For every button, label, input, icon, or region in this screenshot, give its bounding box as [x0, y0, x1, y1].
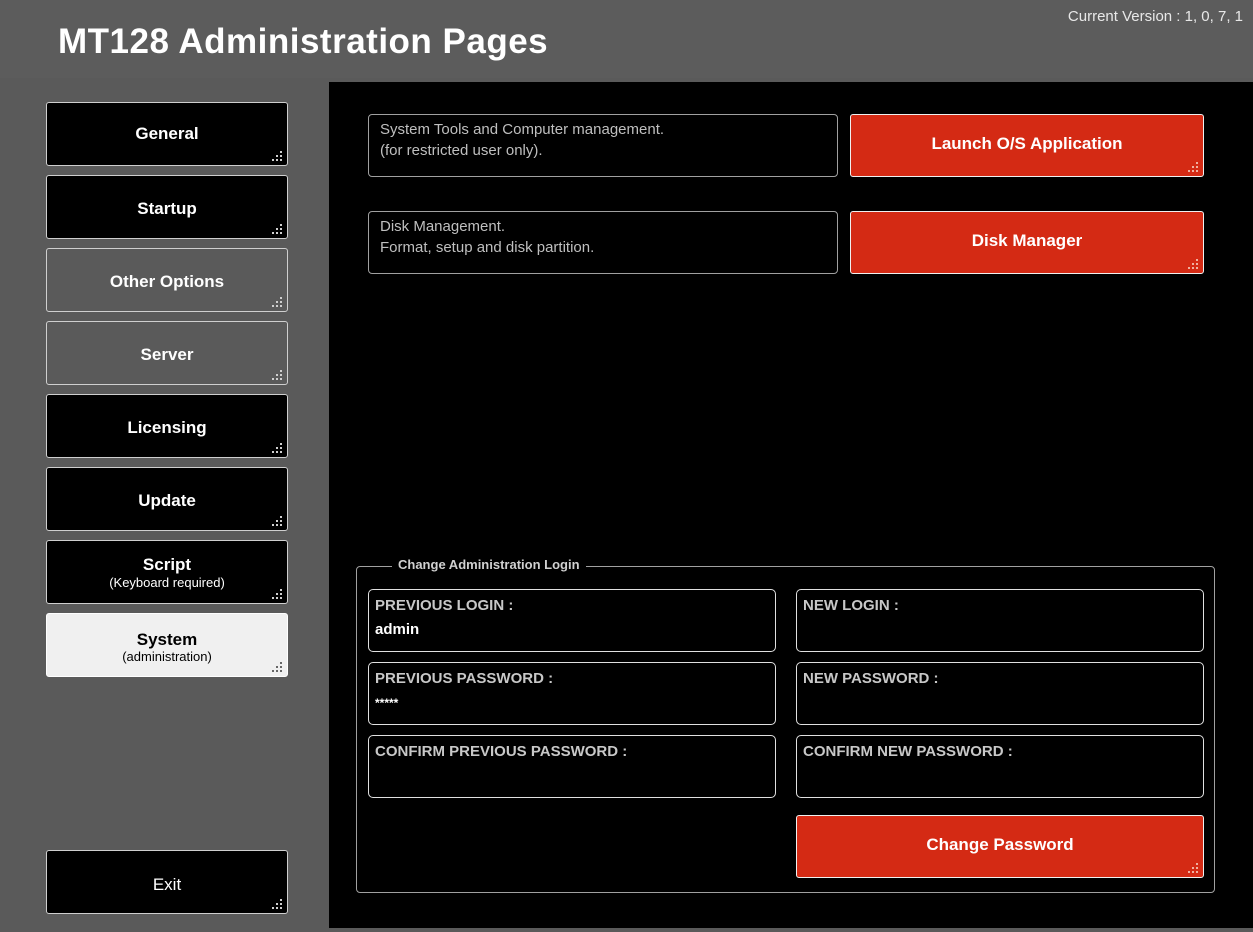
- sidebar-item-label: Server: [140, 345, 194, 364]
- app-title: MT128 Administration Pages: [58, 22, 549, 61]
- previous-login-field[interactable]: PREVIOUS LOGIN :: [368, 589, 776, 652]
- sidebar-item-label: Script: [142, 555, 192, 574]
- sidebar-item-label: General: [135, 124, 199, 143]
- sidebar-item-label: Update: [138, 491, 196, 510]
- new-password-field[interactable]: NEW PASSWORD :: [796, 662, 1204, 725]
- previous-login-label: PREVIOUS LOGIN :: [375, 597, 514, 614]
- previous-password-label: PREVIOUS PASSWORD :: [375, 670, 554, 687]
- sidebar-item-licensing[interactable]: Licensing: [46, 394, 288, 458]
- disk-management-description: Disk Management. Format, setup and disk …: [368, 211, 838, 274]
- disk-description-line1: Disk Management.: [380, 218, 506, 235]
- confirm-new-password-input[interactable]: [803, 767, 1183, 784]
- sidebar-item-sublabel: (administration): [122, 649, 212, 664]
- grip-icon: [272, 151, 282, 161]
- sidebar-item-server[interactable]: Server: [46, 321, 288, 385]
- grip-icon: [1188, 863, 1198, 873]
- grip-icon: [272, 516, 282, 526]
- disk-manager-label: Disk Manager: [971, 231, 1083, 250]
- grip-icon: [272, 589, 282, 599]
- sidebar-item-label: Other Options: [109, 272, 225, 291]
- sidebar-item-update[interactable]: Update: [46, 467, 288, 531]
- grip-icon: [272, 443, 282, 453]
- confirm-previous-password-label: CONFIRM PREVIOUS PASSWORD :: [375, 743, 628, 760]
- version-label: Current Version : 1, 0, 7, 1: [1067, 8, 1243, 25]
- grip-icon: [272, 899, 282, 909]
- sidebar-item-script[interactable]: Script (Keyboard required): [46, 540, 288, 604]
- change-password-button[interactable]: Change Password: [796, 815, 1204, 878]
- exit-button[interactable]: Exit: [46, 850, 288, 914]
- grip-icon: [272, 297, 282, 307]
- change-login-legend: Change Administration Login: [392, 557, 586, 572]
- os-description-line2: (for restricted user only).: [380, 142, 543, 159]
- sidebar-item-other-options[interactable]: Other Options: [46, 248, 288, 312]
- confirm-previous-password-field[interactable]: CONFIRM PREVIOUS PASSWORD :: [368, 735, 776, 798]
- sidebar-item-system[interactable]: System (administration): [46, 613, 288, 677]
- exit-label: Exit: [152, 875, 182, 894]
- sidebar-item-label: Startup: [137, 199, 197, 218]
- new-login-input[interactable]: [803, 621, 1183, 638]
- grip-icon: [1188, 259, 1198, 269]
- previous-password-input[interactable]: *****: [375, 696, 755, 710]
- grip-icon: [272, 370, 282, 380]
- sidebar-item-sublabel: (Keyboard required): [109, 575, 225, 590]
- confirm-new-password-label: CONFIRM NEW PASSWORD :: [803, 743, 1013, 760]
- new-password-input[interactable]: [803, 694, 1183, 711]
- confirm-previous-password-input[interactable]: [375, 767, 755, 784]
- new-login-field[interactable]: NEW LOGIN :: [796, 589, 1204, 652]
- sidebar-item-label: Licensing: [127, 418, 207, 437]
- disk-manager-button[interactable]: Disk Manager: [850, 211, 1204, 274]
- sidebar-item-startup[interactable]: Startup: [46, 175, 288, 239]
- sidebar-item-general[interactable]: General: [46, 102, 288, 166]
- grip-icon: [272, 662, 282, 672]
- grip-icon: [272, 224, 282, 234]
- grip-icon: [1188, 162, 1198, 172]
- os-description-line1: System Tools and Computer management.: [380, 121, 665, 138]
- previous-password-field[interactable]: PREVIOUS PASSWORD : *****: [368, 662, 776, 725]
- confirm-new-password-field[interactable]: CONFIRM NEW PASSWORD :: [796, 735, 1204, 798]
- os-tools-description: System Tools and Computer management. (f…: [368, 114, 838, 177]
- header-bar: MT128 Administration Pages Current Versi…: [0, 0, 1253, 78]
- launch-os-application-button[interactable]: Launch O/S Application: [850, 114, 1204, 177]
- change-password-label: Change Password: [926, 835, 1074, 854]
- sidebar-item-label: System: [136, 630, 198, 649]
- launch-os-label: Launch O/S Application: [931, 134, 1123, 153]
- previous-login-input[interactable]: [375, 621, 755, 638]
- new-login-label: NEW LOGIN :: [803, 597, 899, 614]
- new-password-label: NEW PASSWORD :: [803, 670, 939, 687]
- disk-description-line2: Format, setup and disk partition.: [380, 239, 595, 256]
